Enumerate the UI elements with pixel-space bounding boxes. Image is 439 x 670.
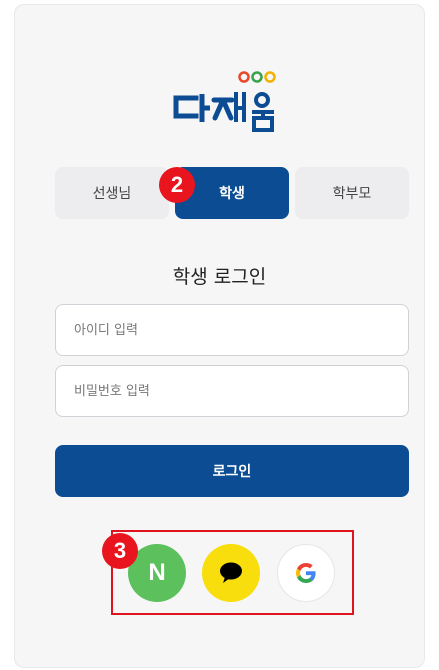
dachaeum-logo bbox=[173, 71, 276, 132]
tab-parent[interactable]: 학부모 bbox=[295, 167, 409, 219]
step-2-badge: 2 bbox=[159, 167, 195, 203]
password-input[interactable] bbox=[55, 365, 409, 417]
role-tabs: 선생님 학생 학부모 bbox=[55, 167, 409, 219]
step-3-badge: 3 bbox=[102, 533, 138, 569]
login-title: 학생 로그인 bbox=[172, 266, 267, 288]
google-login-button[interactable] bbox=[277, 544, 335, 602]
login-button[interactable]: 로그인 bbox=[55, 445, 409, 497]
kakao-login-button[interactable] bbox=[202, 544, 260, 602]
tab-teacher[interactable]: 선생님 bbox=[55, 167, 169, 219]
id-input[interactable] bbox=[55, 304, 409, 356]
google-icon bbox=[296, 563, 316, 583]
naver-icon: N bbox=[148, 559, 166, 586]
kakao-icon bbox=[220, 562, 242, 583]
